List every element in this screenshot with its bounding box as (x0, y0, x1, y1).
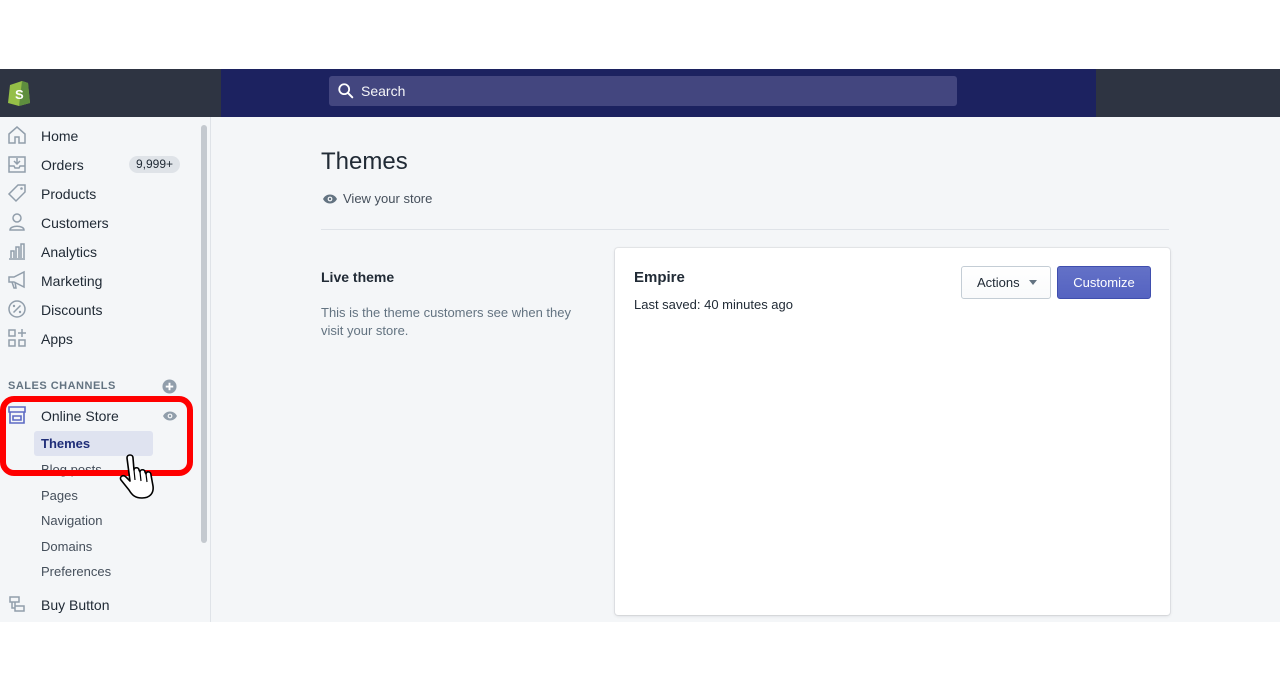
customize-button[interactable]: Customize (1057, 266, 1151, 299)
app-frame: S Search Home Orders 9,999+ Products Cus… (0, 69, 1280, 622)
chart-icon (9, 243, 25, 260)
actions-label: Actions (977, 275, 1020, 290)
sidebar-subitem-navigation[interactable]: Navigation (41, 513, 102, 528)
search-icon (338, 83, 354, 99)
search-input[interactable]: Search (329, 76, 957, 106)
sidebar-subitem-domains[interactable]: Domains (41, 539, 92, 554)
actions-button[interactable]: Actions (961, 266, 1051, 299)
live-theme-description: This is the theme customers see when the… (321, 305, 572, 338)
svg-text:S: S (15, 87, 24, 102)
topbar-account-area (1096, 69, 1280, 117)
tag-icon (7, 184, 26, 203)
sidebar: Home Orders 9,999+ Products Customers An… (0, 117, 211, 622)
person-icon (9, 213, 25, 231)
sidebar-item-label: Online Store (41, 407, 119, 424)
view-store-label: View your store (343, 191, 433, 206)
live-theme-heading: Live theme (321, 269, 395, 285)
sidebar-item-label: Orders (41, 156, 84, 173)
view-store-eye-icon[interactable] (162, 410, 178, 422)
sidebar-item-home[interactable]: Home (0, 121, 195, 150)
sidebar-item-products[interactable]: Products (0, 179, 195, 208)
sidebar-item-label: Apps (41, 330, 73, 347)
apps-icon (8, 329, 26, 347)
sidebar-subitem-blog-posts[interactable]: Blog posts (41, 462, 102, 477)
sidebar-item-analytics[interactable]: Analytics (0, 237, 195, 266)
sidebar-subitem-pages[interactable]: Pages (41, 488, 78, 503)
sidebar-item-label: Products (41, 185, 97, 202)
add-sales-channel-icon[interactable] (162, 379, 177, 394)
sidebar-item-label: Customers (41, 214, 109, 231)
sidebar-subitem-label: Themes (41, 436, 91, 451)
sidebar-item-orders[interactable]: Orders 9,999+ (0, 150, 195, 179)
sidebar-item-customers[interactable]: Customers (0, 208, 195, 237)
logo-area: S (0, 69, 221, 117)
customize-label: Customize (1073, 275, 1135, 290)
sidebar-item-marketing[interactable]: Marketing (0, 266, 195, 295)
shopify-logo-icon[interactable]: S (7, 79, 31, 106)
sidebar-scrollbar[interactable] (201, 125, 207, 543)
caret-down-icon (1029, 280, 1037, 285)
eye-icon (323, 194, 337, 203)
sidebar-item-apps[interactable]: Apps (0, 324, 195, 353)
sidebar-item-label: Analytics (41, 243, 98, 260)
store-icon (8, 406, 26, 424)
sidebar-item-label: Home (41, 127, 79, 144)
live-theme-card: Empire Last saved: 40 minutes ago Action… (615, 248, 1170, 615)
buy-button-icon (9, 596, 25, 612)
megaphone-icon (8, 270, 25, 289)
search-placeholder: Search (361, 83, 406, 99)
discount-icon (8, 300, 26, 318)
orders-icon (8, 156, 26, 173)
page-title: Themes (321, 148, 408, 175)
last-saved-text: Last saved: 40 minutes ago (634, 297, 793, 312)
theme-name: Empire (634, 269, 685, 286)
sidebar-subitem-themes[interactable]: Themes (34, 431, 153, 456)
sidebar-item-label: Marketing (41, 272, 103, 289)
orders-count-badge: 9,999+ (129, 156, 181, 173)
top-bar: S Search (0, 69, 1280, 117)
home-icon (8, 126, 26, 144)
sidebar-item-discounts[interactable]: Discounts (0, 295, 195, 324)
view-your-store-link[interactable]: View your store (322, 191, 432, 206)
sidebar-subitem-preferences[interactable]: Preferences (41, 564, 111, 579)
sales-channels-heading: SALES CHANNELS (8, 380, 116, 392)
sidebar-item-label: Buy Button (41, 596, 110, 613)
divider (321, 229, 1169, 230)
sidebar-item-label: Discounts (41, 301, 103, 318)
sidebar-item-buy-button[interactable]: Buy Button (0, 590, 195, 619)
